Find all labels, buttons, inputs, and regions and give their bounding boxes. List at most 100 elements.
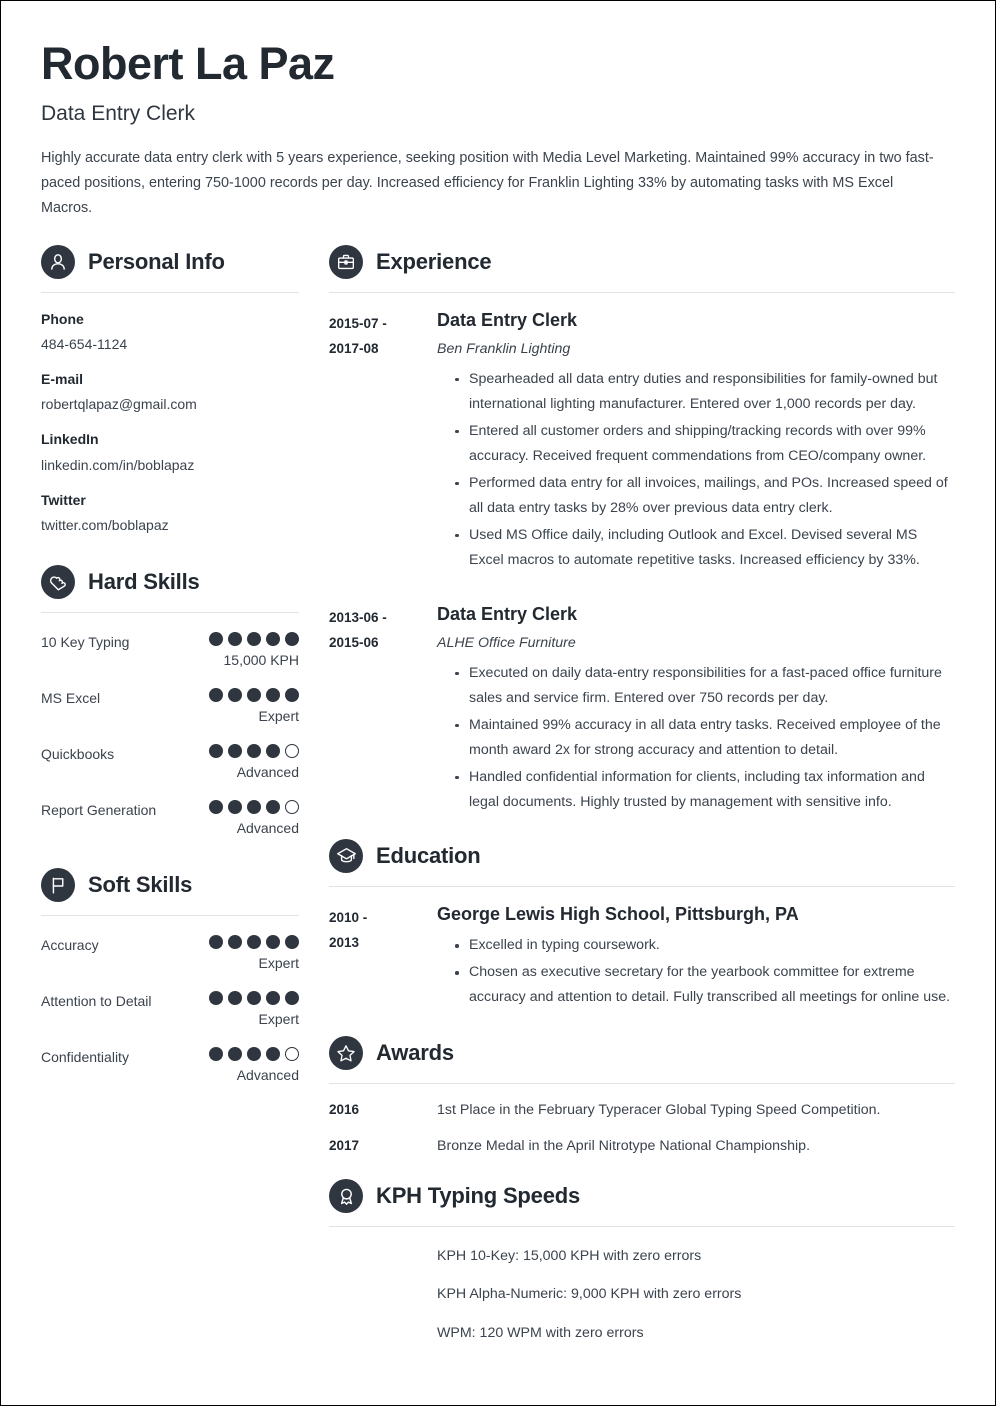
- section-header-kph-typing-speeds: KPH Typing Speeds: [329, 1179, 955, 1219]
- section-header-soft-skills: Soft Skills: [41, 868, 299, 908]
- entry-bullet-list: Executed on daily data-entry responsibil…: [437, 661, 955, 815]
- skill-name: Quickbooks: [41, 745, 115, 762]
- date-from: 2013-06 -: [329, 609, 387, 625]
- field-value: linkedin.com/in/boblapaz: [41, 456, 195, 473]
- section-header-experience: Experience: [329, 244, 955, 285]
- section-title-experience: Experience: [376, 248, 492, 274]
- date-to: 2013: [329, 934, 360, 950]
- skill-rating-dots: [209, 935, 299, 950]
- skill-rating-dots: [209, 632, 299, 647]
- sidebar-column: Personal Info Phone 484-654-1124 E-mail …: [41, 244, 299, 1084]
- kph-value: KPH Alpha-Numeric: 9,000 KPH with zero e…: [437, 1286, 742, 1303]
- list-item: Maintained 99% accuracy in all data entr…: [455, 713, 955, 763]
- skill-name: MS Excel: [41, 689, 101, 706]
- resume-header: Robert La Paz Data Entry Clerk Highly ac…: [41, 39, 955, 221]
- skill-level: Expert: [258, 1011, 299, 1028]
- list-item: Excelled in typing coursework.: [455, 933, 955, 958]
- personal-info-field-phone: Phone 484-654-1124: [41, 310, 299, 353]
- divider: [41, 915, 299, 917]
- section-experience: Experience 2015-07 - 2017-08 Data Entry …: [329, 244, 955, 815]
- skill-level: Advanced: [236, 763, 299, 780]
- section-header-education: Education: [329, 838, 955, 879]
- section-awards: Awards 2016 1st Place in the February Ty…: [329, 1036, 955, 1155]
- date-from: 2010 -: [329, 909, 368, 925]
- page-title: Robert La Paz: [41, 38, 335, 89]
- skill-rating-dots: [209, 687, 299, 702]
- kph-value: KPH 10-Key: 15,000 KPH with zero errors: [437, 1248, 702, 1264]
- skill-name: Attention to Detail: [41, 993, 152, 1010]
- skill-row: 10 Key Typing 15,000 KPH: [41, 632, 299, 669]
- kph-gutter: [329, 1285, 437, 1303]
- entry-date-range: 2013-06 - 2015-06: [329, 603, 437, 655]
- person-icon: [41, 244, 75, 279]
- entry-job-title: Data Entry Clerk: [437, 309, 578, 330]
- experience-entry: 2013-06 - 2015-06 Data Entry Clerk ALHE …: [329, 603, 955, 815]
- award-ribbon-icon: [329, 1179, 363, 1213]
- award-row: 2016 1st Place in the February Typeracer…: [329, 1101, 955, 1119]
- award-description: Bronze Medal in the April Nitrotype Nati…: [437, 1137, 811, 1154]
- list-item: Spearheaded all data entry duties and re…: [455, 367, 955, 417]
- section-soft-skills: Soft Skills Accuracy Expert Attention to…: [41, 868, 299, 1083]
- personal-info-field-twitter: Twitter twitter.com/boblapaz: [41, 491, 299, 534]
- skill-level: Advanced: [236, 1066, 299, 1083]
- entry-school-name: George Lewis High School, Pittsburgh, PA: [437, 903, 799, 924]
- section-title-awards: Awards: [376, 1040, 454, 1066]
- kph-row: KPH Alpha-Numeric: 9,000 KPH with zero e…: [329, 1285, 955, 1303]
- section-hard-skills: Hard Skills 10 Key Typing 15,000 KPH MS …: [41, 565, 299, 836]
- section-title-hard-skills: Hard Skills: [88, 569, 200, 595]
- skill-row: Accuracy Expert: [41, 935, 299, 972]
- list-item: Executed on daily data-entry responsibil…: [455, 661, 955, 711]
- award-year: 2016: [329, 1102, 360, 1118]
- entry-bullet-list: Excelled in typing coursework. Chosen as…: [437, 933, 955, 1010]
- skill-name: Accuracy: [41, 937, 99, 954]
- section-personal-info: Personal Info Phone 484-654-1124 E-mail …: [41, 244, 299, 535]
- entry-date-range: 2010 - 2013: [329, 903, 437, 955]
- list-item: Entered all customer orders and shipping…: [455, 419, 955, 469]
- list-item: Chosen as executive secretary for the ye…: [455, 960, 955, 1010]
- entry-bullet-list: Spearheaded all data entry duties and re…: [437, 367, 955, 573]
- divider: [329, 291, 955, 293]
- kph-gutter: [329, 1247, 437, 1265]
- section-header-hard-skills: Hard Skills: [41, 565, 299, 605]
- skill-level: Expert: [258, 955, 299, 972]
- skill-level: Expert: [258, 707, 299, 724]
- experience-entry: 2015-07 - 2017-08 Data Entry Clerk Ben F…: [329, 309, 955, 573]
- skill-row: MS Excel Expert: [41, 687, 299, 725]
- divider: [329, 885, 955, 887]
- section-title-kph-typing-speeds: KPH Typing Speeds: [376, 1183, 580, 1208]
- skill-rating-dots: [209, 1046, 299, 1061]
- divider: [329, 1226, 955, 1227]
- kph-value: WPM: 120 WPM with zero errors: [437, 1324, 644, 1341]
- entry-company: Ben Franklin Lighting: [437, 341, 571, 358]
- graduation-cap-icon: [329, 838, 363, 873]
- field-value: twitter.com/boblapaz: [41, 517, 169, 533]
- award-year: 2017: [329, 1137, 360, 1153]
- field-value: 484-654-1124: [41, 335, 128, 352]
- skill-row: Quickbooks Advanced: [41, 743, 299, 781]
- skill-name: Confidentiality: [41, 1048, 129, 1065]
- list-item: Handled confidential information for cli…: [455, 765, 955, 815]
- skill-name: Report Generation: [41, 801, 157, 818]
- kph-row: KPH 10-Key: 15,000 KPH with zero errors: [329, 1247, 955, 1265]
- date-to: 2015-06: [329, 634, 379, 650]
- briefcase-icon: [329, 244, 363, 279]
- two-column-body: Personal Info Phone 484-654-1124 E-mail …: [41, 244, 955, 1343]
- section-header-awards: Awards: [329, 1036, 955, 1076]
- main-column: Experience 2015-07 - 2017-08 Data Entry …: [329, 244, 955, 1343]
- personal-info-field-linkedin: LinkedIn linkedin.com/in/boblapaz: [41, 430, 299, 473]
- divider: [329, 1083, 955, 1085]
- section-title-education: Education: [376, 842, 481, 868]
- list-item: Used MS Office daily, including Outlook …: [455, 523, 955, 573]
- skill-rating-dots: [209, 743, 299, 758]
- flag-icon: [41, 868, 75, 903]
- kph-gutter: [329, 1324, 437, 1342]
- job-title: Data Entry Clerk: [41, 101, 196, 125]
- list-item: Performed data entry for all invoices, m…: [455, 471, 955, 521]
- date-from: 2015-07 -: [329, 315, 387, 331]
- field-value: robertqlapaz@gmail.com: [41, 396, 197, 413]
- puzzle-heart-icon: [41, 565, 75, 600]
- date-to: 2017-08: [329, 340, 379, 356]
- skill-row: Report Generation Advanced: [41, 799, 299, 837]
- skill-row: Attention to Detail Expert: [41, 991, 299, 1028]
- entry-job-title: Data Entry Clerk: [437, 603, 578, 624]
